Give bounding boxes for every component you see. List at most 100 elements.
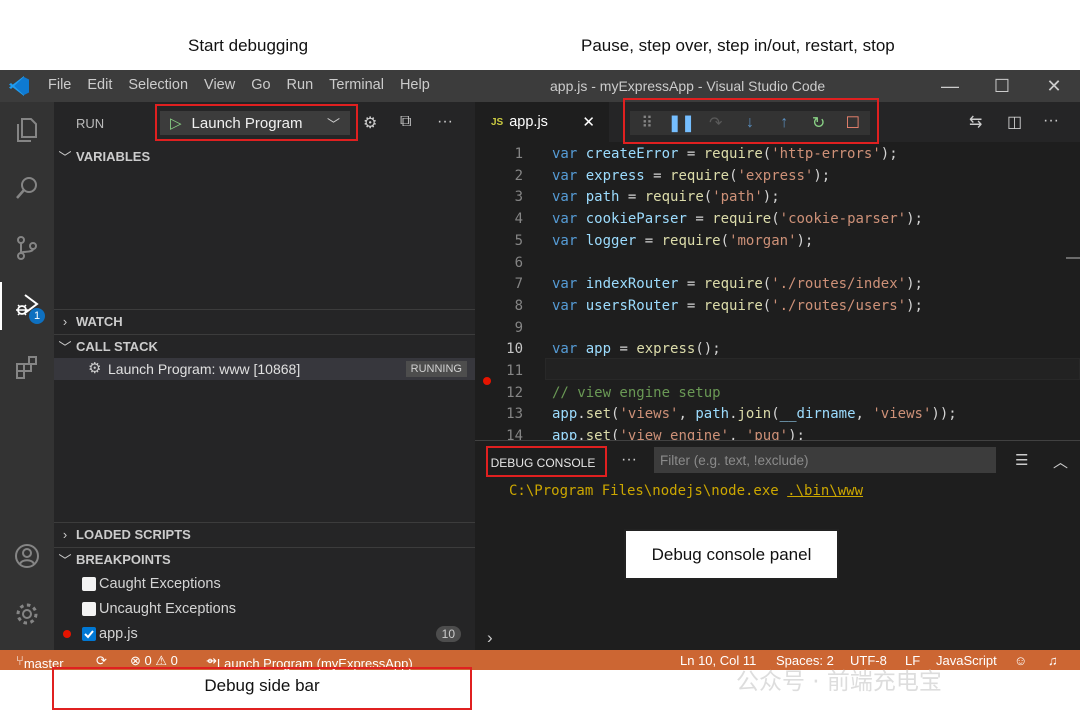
code-token: app xyxy=(585,341,612,358)
debug-console-toggle-icon[interactable]: ⧉ xyxy=(400,113,411,131)
caught-exceptions-checkbox[interactable] xyxy=(82,577,96,591)
extensions-icon[interactable] xyxy=(0,344,54,392)
code-line: var logger = require('morgan'); xyxy=(552,233,813,249)
close-window-button[interactable]: ✕ xyxy=(1028,70,1080,102)
code-token: (); xyxy=(695,341,721,358)
clear-console-icon[interactable]: ☰ xyxy=(1015,451,1028,469)
menu-edit[interactable]: Edit xyxy=(79,77,120,93)
code-token: path xyxy=(585,189,620,206)
tab-close-icon[interactable]: ✕ xyxy=(582,113,595,131)
code-token: ); xyxy=(788,428,805,440)
code-line: var cookieParser = require('cookie-parse… xyxy=(552,211,923,227)
section-breakpoints[interactable]: ﹀ BREAKPOINTS xyxy=(54,547,475,571)
breakpoint-dot-icon xyxy=(63,630,71,638)
console-output-text: C:\Program Files\nodejs\node.exe xyxy=(509,483,788,499)
line-number[interactable]: 5 xyxy=(495,233,523,249)
line-number[interactable]: 9 xyxy=(495,320,523,336)
maximize-panel-chevron-up-icon[interactable]: ︿ xyxy=(1053,451,1068,472)
section-loaded-scripts[interactable]: › LOADED SCRIPTS xyxy=(54,522,475,546)
source-control-icon[interactable] xyxy=(0,224,54,272)
search-icon[interactable] xyxy=(0,164,54,212)
console-output-line: C:\Program Files\nodejs\node.exe .\bin\w… xyxy=(509,483,863,499)
code-line: var app = express(); xyxy=(552,341,721,357)
section-watch[interactable]: › WATCH xyxy=(54,309,475,333)
code-token: . xyxy=(729,406,738,423)
editor-breakpoint-icon[interactable] xyxy=(483,377,491,385)
line-number[interactable]: 6 xyxy=(495,255,523,271)
tab-app-js[interactable]: JS app.js ✕ xyxy=(475,102,609,142)
account-icon[interactable] xyxy=(0,532,54,580)
line-number[interactable]: 14 xyxy=(495,428,523,440)
menu-go[interactable]: Go xyxy=(243,77,278,93)
line-number[interactable]: 7 xyxy=(495,276,523,292)
code-token: ( xyxy=(762,297,772,314)
code-token: 'views' xyxy=(619,406,679,423)
code-line: // view engine setup xyxy=(552,385,721,401)
chevron-right-icon: › xyxy=(62,314,68,329)
sidebar-title: RUN xyxy=(76,116,105,131)
section-watch-label: WATCH xyxy=(76,314,123,329)
editor-more-actions-icon[interactable]: ··· xyxy=(1043,112,1059,130)
section-variables[interactable]: ﹀ VARIABLES xyxy=(54,144,475,168)
line-number[interactable]: 4 xyxy=(495,211,523,227)
panel-more-icon[interactable]: ··· xyxy=(621,451,637,469)
line-number[interactable]: 1 xyxy=(495,146,523,162)
menu-run[interactable]: Run xyxy=(279,77,322,93)
maximize-button[interactable]: ☐ xyxy=(976,70,1028,102)
menu-file[interactable]: File xyxy=(40,77,79,93)
line-number[interactable]: 10 xyxy=(495,341,523,357)
code-token: var xyxy=(552,276,578,293)
manage-gear-icon[interactable] xyxy=(0,590,54,638)
code-token: = xyxy=(619,189,645,206)
code-token: ); xyxy=(880,146,898,162)
menu-help[interactable]: Help xyxy=(392,77,438,93)
code-line: app.set('view engine', 'pug'); xyxy=(552,428,805,440)
line-number[interactable]: 11 xyxy=(495,363,523,379)
line-number[interactable]: 13 xyxy=(495,406,523,422)
notifications-bell-icon[interactable]: ♫ xyxy=(1048,653,1058,668)
line-number[interactable]: 8 xyxy=(495,298,523,314)
section-breakpoints-label: BREAKPOINTS xyxy=(76,552,171,567)
code-token: 'path' xyxy=(712,189,763,206)
call-stack-item[interactable]: ⚙ Launch Program: www [10868] RUNNING xyxy=(54,358,475,380)
console-filter-input[interactable]: Filter (e.g. text, !exclude) xyxy=(654,447,996,473)
vscode-window: File Edit Selection View Go Run Terminal… xyxy=(0,70,1080,671)
menu-selection[interactable]: Selection xyxy=(120,77,196,93)
split-editor-icon[interactable]: ◫ xyxy=(1007,112,1022,132)
breakpoint-app-js[interactable]: app.js 10 xyxy=(54,622,475,646)
highlight-debug-console-tab xyxy=(486,446,607,477)
console-output-link[interactable]: .\bin\www xyxy=(787,483,863,499)
debug-badge: 1 xyxy=(29,308,45,324)
open-launch-json-gear-icon[interactable]: ⚙ xyxy=(363,113,377,133)
code-token: app xyxy=(552,428,578,440)
compare-changes-icon[interactable]: ⇆ xyxy=(969,112,982,132)
menu-view[interactable]: View xyxy=(196,77,243,93)
scrollbar-marker[interactable] xyxy=(1066,257,1080,259)
app-js-breakpoint-checkbox[interactable] xyxy=(82,627,96,641)
code-token: , xyxy=(855,406,873,423)
code-token: . xyxy=(577,428,586,440)
breakpoint-uncaught-exceptions[interactable]: Uncaught Exceptions xyxy=(54,597,475,621)
code-token: express xyxy=(636,341,696,358)
minimize-button[interactable]: — xyxy=(924,70,976,102)
code-view[interactable]: 1 var createError = require('http-errors'… xyxy=(475,142,1080,440)
section-loaded-scripts-label: LOADED SCRIPTS xyxy=(76,527,191,542)
section-call-stack[interactable]: ﹀ CALL STACK xyxy=(54,334,475,358)
breakpoint-caught-exceptions[interactable]: Caught Exceptions xyxy=(54,572,475,596)
line-number[interactable]: 2 xyxy=(495,168,523,184)
explorer-icon[interactable] xyxy=(0,106,54,154)
code-token: require xyxy=(703,276,763,293)
line-number[interactable]: 12 xyxy=(495,385,523,401)
branch-status[interactable]: ⑂ master xyxy=(16,653,64,671)
menu-terminal[interactable]: Terminal xyxy=(321,77,392,93)
code-token: usersRouter xyxy=(585,297,679,314)
run-debug-icon[interactable]: 1 xyxy=(0,282,54,330)
console-prompt[interactable]: › xyxy=(487,628,493,648)
uncaught-exceptions-checkbox[interactable] xyxy=(82,602,96,616)
feedback-icon[interactable]: ☺ xyxy=(1014,653,1027,668)
language-mode-status[interactable]: JavaScript xyxy=(936,653,997,668)
more-actions-icon[interactable]: ··· xyxy=(437,113,453,131)
line-number[interactable]: 3 xyxy=(495,189,523,205)
